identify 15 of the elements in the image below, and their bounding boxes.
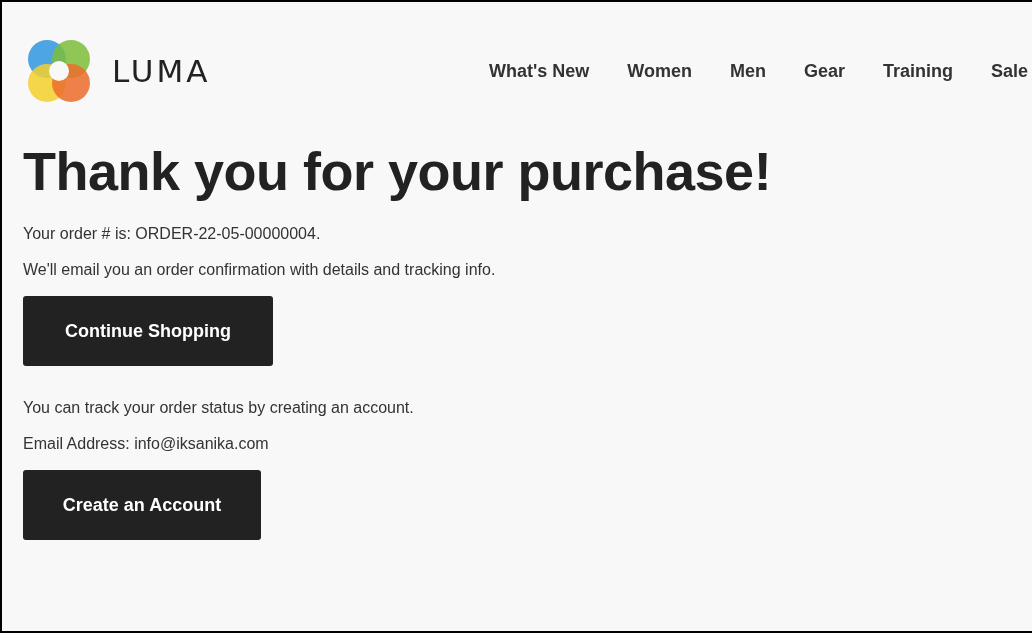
continue-shopping-button[interactable]: Continue Shopping	[23, 296, 273, 366]
logo-icon[interactable]	[26, 38, 92, 104]
account-text: You can track your order status by creating an account.	[23, 398, 414, 418]
logo-text[interactable]: LUMA	[112, 53, 211, 89]
nav-link[interactable]: Men	[729, 60, 766, 82]
nav-link[interactable]: Gear	[803, 60, 845, 82]
nav-link[interactable]: Women	[627, 60, 692, 82]
nav-link[interactable]: What's New	[488, 60, 590, 82]
nav-link[interactable]: Training	[882, 60, 953, 82]
email-address-text: Email Address: info@iksanika.com	[23, 434, 269, 454]
create-account-button[interactable]: Create an Account	[23, 470, 261, 540]
nav-link[interactable]: Sale	[990, 60, 1028, 82]
confirmation-text: We'll email you an order confirmation with details and tracking info.	[23, 260, 496, 280]
page-title: Thank you for your purchase!	[23, 140, 772, 202]
order-number-text: Your order # is: ORDER-22-05-00000004.	[23, 224, 321, 244]
